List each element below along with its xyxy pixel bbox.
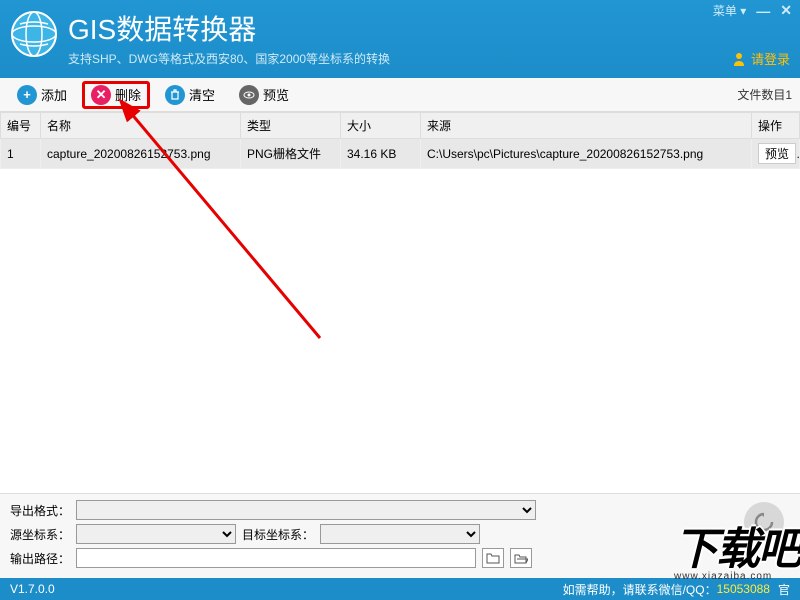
delete-button[interactable]: ✕ 删除: [82, 81, 150, 109]
status-bar: V1.7.0.0 如需帮助，请联系微信/QQ： 15053088 官: [0, 578, 800, 600]
source-crs-label: 源坐标系：: [10, 526, 70, 543]
app-subtitle: 支持SHP、DWG等格式及西安80、国家2000等坐标系的转换: [68, 50, 390, 67]
app-title: GIS数据转换器: [68, 8, 256, 48]
row-preview-button[interactable]: 预览: [758, 143, 796, 164]
col-op[interactable]: 操作: [752, 113, 800, 139]
minimize-button[interactable]: —: [756, 3, 770, 19]
cell-name: capture_20200826152753.png: [41, 139, 241, 169]
help-text: 如需帮助，请联系微信/QQ：: [563, 581, 717, 598]
source-crs-select[interactable]: [76, 524, 236, 544]
trash-icon: [165, 85, 185, 105]
add-button[interactable]: + 添加: [8, 81, 76, 109]
cell-source: C:\Users\pc\Pictures\capture_20200826152…: [421, 139, 752, 169]
close-button[interactable]: ✕: [780, 2, 792, 19]
preview-button[interactable]: 预览: [230, 81, 298, 109]
status-tail: 官: [778, 581, 790, 598]
table-row[interactable]: 1 capture_20200826152753.png PNG栅格文件 34.…: [1, 139, 800, 169]
clear-button[interactable]: 清空: [156, 81, 224, 109]
cell-index: 1: [1, 139, 41, 169]
eye-icon: [239, 85, 259, 105]
menu-dropdown[interactable]: 菜单 ▾: [713, 2, 746, 19]
x-icon: ✕: [91, 85, 111, 105]
login-button[interactable]: 请登录: [731, 49, 790, 68]
col-index[interactable]: 编号: [1, 113, 41, 139]
cell-op: 预览: [752, 139, 800, 169]
folder-icon: [486, 552, 500, 564]
window-controls: 菜单 ▾ — ✕: [713, 2, 792, 19]
folder-open-icon: [514, 552, 528, 564]
target-crs-select[interactable]: [320, 524, 480, 544]
file-table-container: 编号 名称 类型 大小 来源 操作 1 capture_202008261527…: [0, 112, 800, 492]
plus-icon: +: [17, 85, 37, 105]
version-label: V1.7.0.0: [10, 582, 55, 596]
user-icon: [731, 51, 747, 67]
refresh-button[interactable]: [744, 502, 784, 542]
file-table: 编号 名称 类型 大小 来源 操作 1 capture_202008261527…: [0, 112, 800, 169]
output-path-input[interactable]: [76, 548, 476, 568]
col-name[interactable]: 名称: [41, 113, 241, 139]
export-format-select[interactable]: [76, 500, 536, 520]
col-type[interactable]: 类型: [241, 113, 341, 139]
file-count-label: 文件数目1: [737, 86, 792, 103]
open-folder-button[interactable]: [510, 548, 532, 568]
refresh-icon: [753, 511, 775, 533]
contact-qq[interactable]: 15053088: [717, 582, 770, 596]
browse-button[interactable]: [482, 548, 504, 568]
app-header: GIS数据转换器 支持SHP、DWG等格式及西安80、国家2000等坐标系的转换…: [0, 0, 800, 78]
output-path-label: 输出路径：: [10, 550, 70, 567]
cell-type: PNG栅格文件: [241, 139, 341, 169]
app-logo: [10, 10, 58, 58]
toolbar: + 添加 ✕ 删除 清空 预览 文件数目1: [0, 78, 800, 112]
export-format-label: 导出格式：: [10, 502, 70, 519]
target-crs-label: 目标坐标系：: [242, 526, 314, 543]
col-source[interactable]: 来源: [421, 113, 752, 139]
col-size[interactable]: 大小: [341, 113, 421, 139]
export-panel: 导出格式： 源坐标系： 目标坐标系： 输出路径：: [0, 493, 800, 578]
cell-size: 34.16 KB: [341, 139, 421, 169]
